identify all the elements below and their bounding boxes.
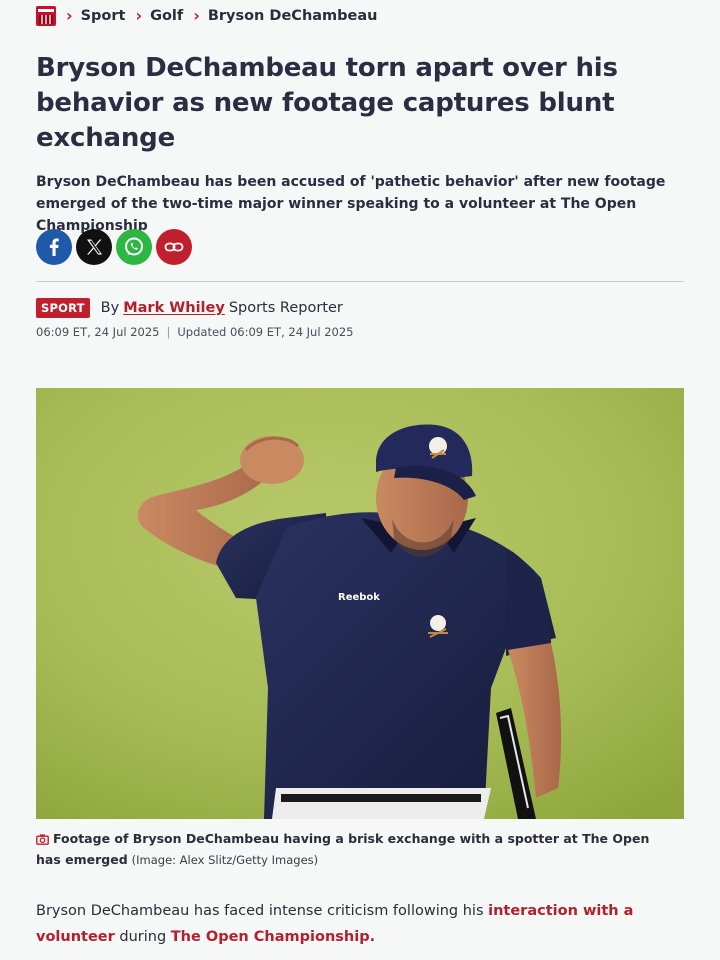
image-credit: (Image: Alex Slitz/Getty Images) (131, 853, 319, 867)
camera-icon (36, 831, 49, 850)
breadcrumb-topic[interactable]: Bryson DeChambeau (208, 8, 378, 24)
share-x-button[interactable] (76, 229, 112, 265)
open-championship-link[interactable]: The Open Championship. (171, 929, 375, 945)
x-icon (87, 239, 103, 255)
date-separator: | (166, 325, 171, 339)
published-time: 06:09 ET, 24 Jul 2025 (36, 325, 160, 339)
svg-text:Reebok: Reebok (338, 592, 380, 603)
divider (36, 281, 684, 282)
whatsapp-icon (125, 237, 143, 256)
breadcrumb-golf[interactable]: Golf (150, 8, 183, 24)
body-text-1: Bryson DeChambeau has faced intense crit… (36, 903, 489, 919)
caption-text: Footage of Bryson DeChambeau having a br… (36, 831, 650, 867)
article-paragraph: Bryson DeChambeau has faced intense crit… (36, 898, 686, 950)
facebook-icon (49, 238, 59, 256)
breadcrumb-sport[interactable]: Sport (81, 8, 126, 24)
body-text-2: during (114, 929, 171, 945)
golfer-photo: Reebok (36, 388, 684, 819)
share-whatsapp-button[interactable] (116, 229, 152, 265)
chevron-right-icon: › (135, 6, 143, 25)
breadcrumb: › Sport › Golf › Bryson DeChambeau (36, 5, 377, 27)
hero-image[interactable]: Reebok (36, 388, 684, 819)
author-link[interactable]: Mark Whiley (123, 300, 225, 316)
article-standfirst: Bryson DeChambeau has been accused of 'p… (36, 174, 666, 234)
image-caption: Footage of Bryson DeChambeau having a br… (36, 829, 676, 870)
chevron-right-icon: › (193, 6, 200, 25)
publish-dates: 06:09 ET, 24 Jul 2025 | Updated 06:09 ET… (36, 325, 353, 339)
article-headline: Bryson DeChambeau torn apart over his be… (36, 53, 618, 153)
by-label: By (100, 300, 120, 316)
share-facebook-button[interactable] (36, 229, 72, 265)
author-role: Sports Reporter (228, 300, 343, 316)
byline: SPORT By Mark Whiley Sports Reporter (36, 298, 343, 318)
share-bar (36, 229, 192, 265)
copy-link-button[interactable] (156, 229, 192, 265)
updated-time: Updated 06:09 ET, 24 Jul 2025 (177, 325, 354, 339)
link-icon (164, 242, 184, 252)
publication-logo[interactable] (36, 6, 56, 26)
chevron-right-icon: › (66, 6, 73, 25)
category-badge[interactable]: SPORT (36, 298, 90, 318)
